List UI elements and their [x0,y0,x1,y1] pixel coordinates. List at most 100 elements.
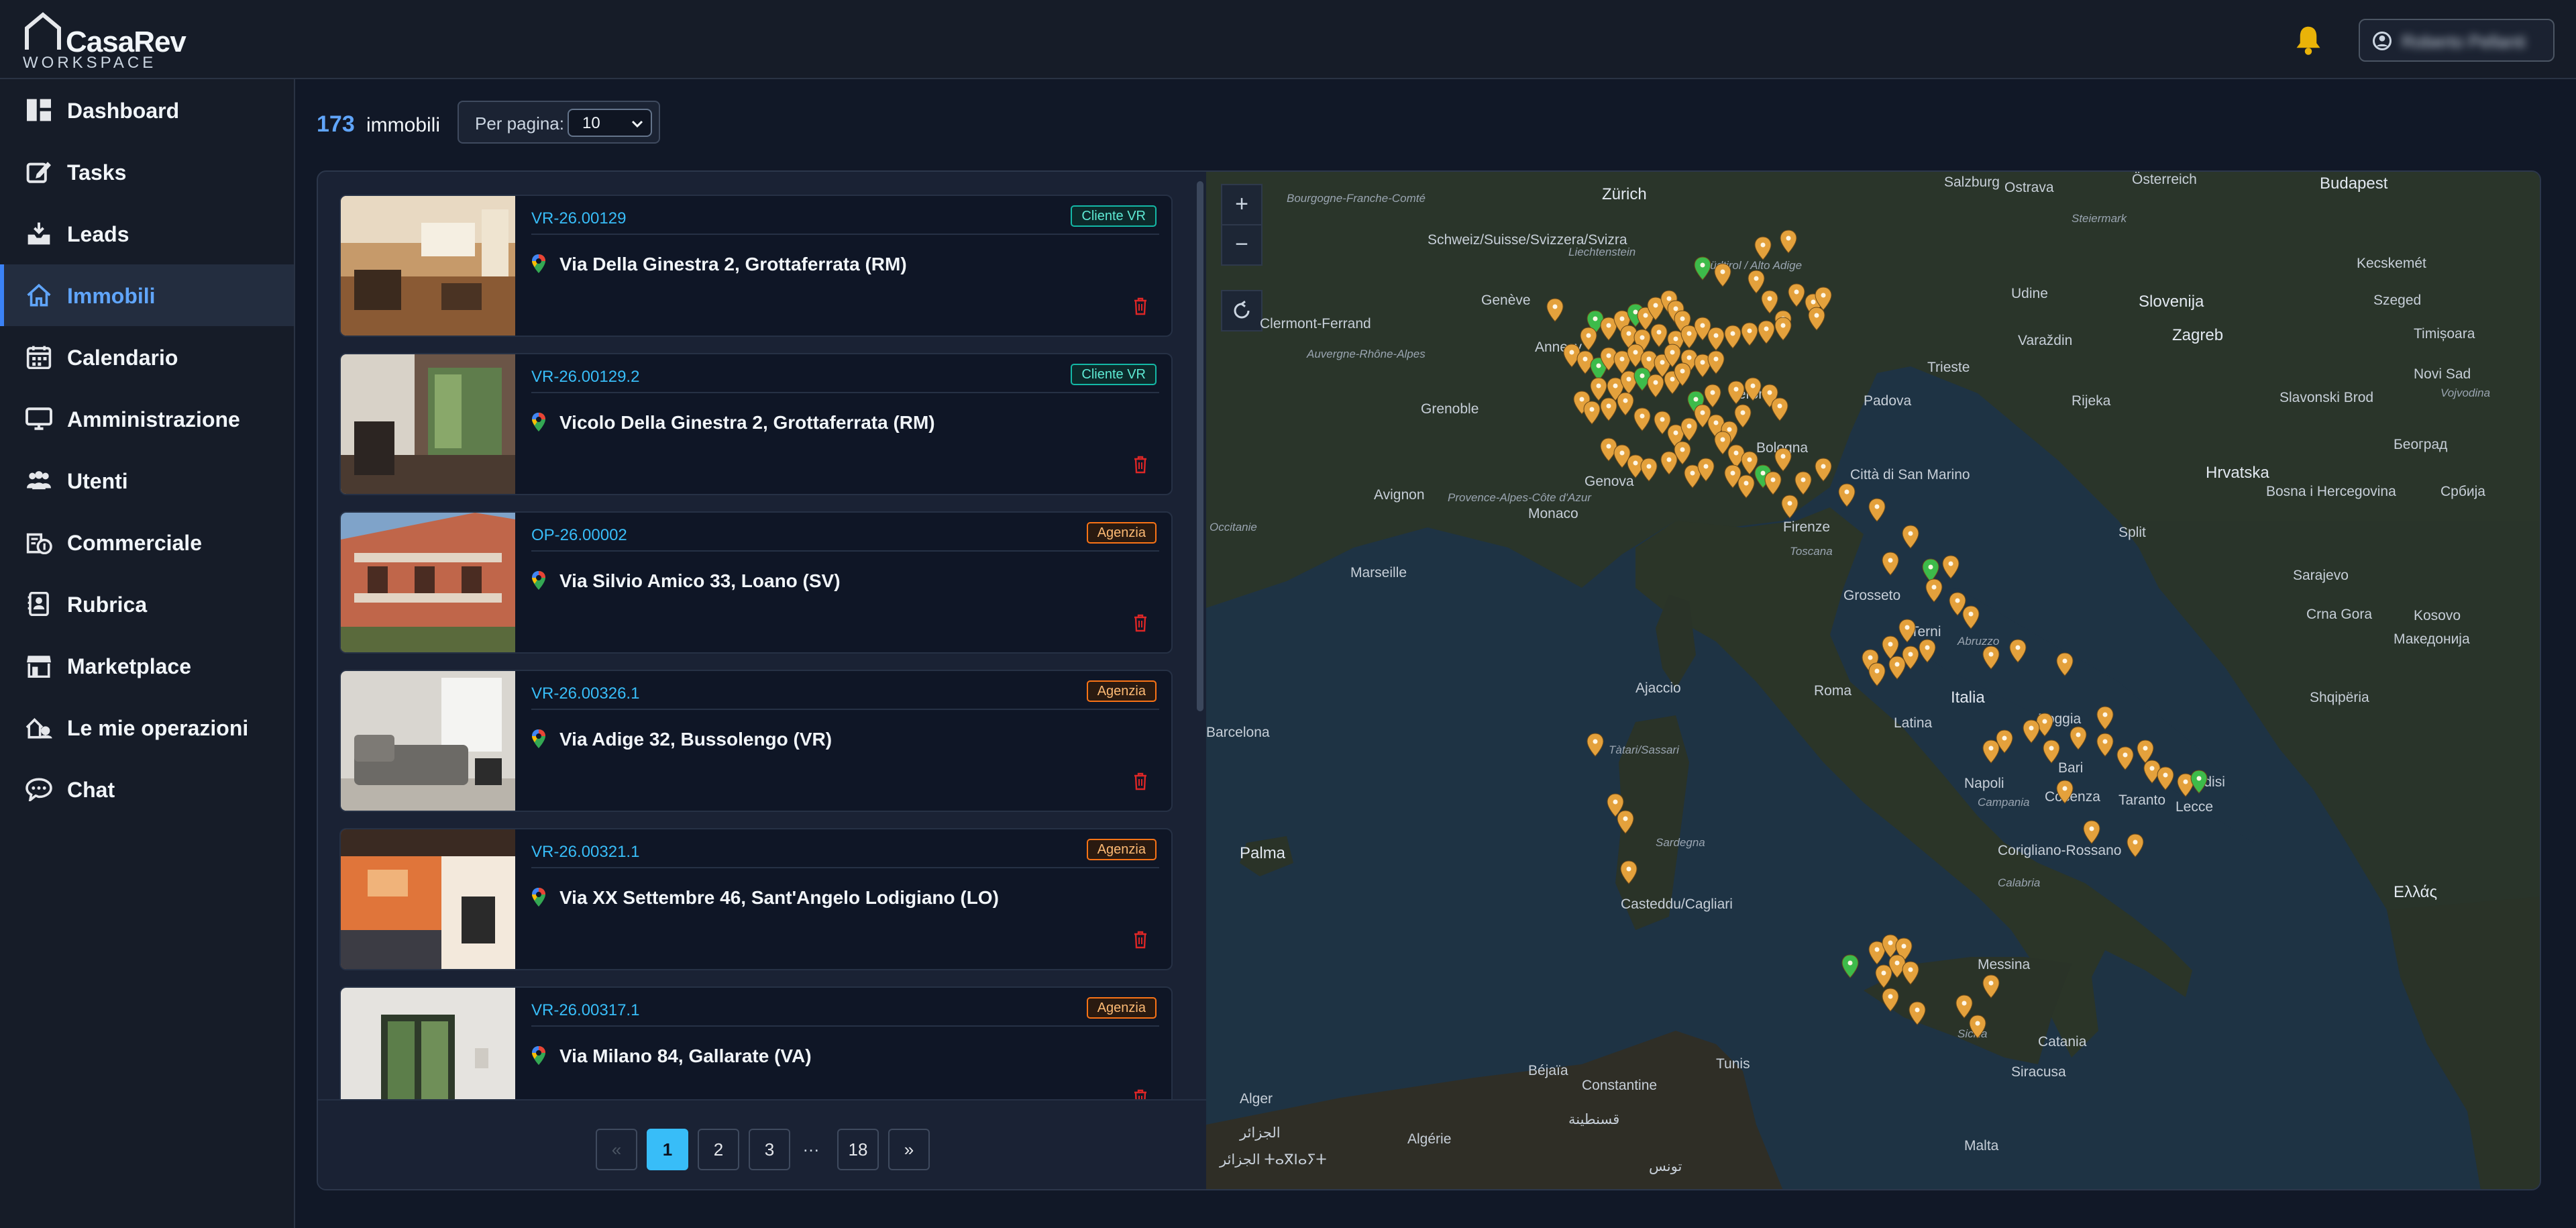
user-menu-button[interactable]: Roberto Pellanti [2359,19,2555,62]
map-marker-icon[interactable] [1909,1001,1926,1025]
trash-icon[interactable] [1132,1088,1148,1099]
sidebar-item-immobili[interactable]: Immobili [0,264,294,326]
map-marker-icon[interactable] [1882,988,1899,1012]
map-marker-icon[interactable] [2127,833,2144,858]
trash-icon[interactable] [1132,455,1148,474]
map-marker-icon[interactable] [1841,954,1859,978]
map-marker-icon[interactable] [1546,298,1564,322]
map-marker-icon[interactable] [1925,578,1943,603]
map-marker-icon[interactable] [1633,407,1651,431]
map-marker-icon[interactable] [1640,458,1658,482]
map-marker-icon[interactable] [2009,639,2027,663]
trash-icon[interactable] [1132,297,1148,315]
map-marker-icon[interactable] [1617,810,1634,834]
map-marker-icon[interactable] [2083,820,2100,844]
listing-list[interactable]: VR-26.00129 Cliente VR Via Della Ginestr… [318,172,1206,1099]
zoom-in-button[interactable]: + [1221,184,1263,225]
sidebar-item-tasks[interactable]: Tasks [0,141,294,203]
sidebar-item-chat[interactable]: Chat [0,758,294,820]
listing-code[interactable]: VR-26.00129.2 [531,368,639,387]
map-marker-icon[interactable] [1808,307,1825,331]
map-marker-icon[interactable] [1815,458,1832,482]
map-marker-icon[interactable] [2070,726,2087,750]
trash-icon[interactable] [1132,772,1148,790]
map-marker-icon[interactable] [1788,283,1805,307]
map-marker-icon[interactable] [1919,639,1936,663]
map-marker-icon[interactable] [2043,739,2060,764]
list-scrollbar[interactable] [1197,181,1203,711]
map-marker-icon[interactable] [1694,256,1711,280]
map-marker-icon[interactable] [2096,733,2114,757]
map-marker-icon[interactable] [1898,619,1916,643]
map-marker-icon[interactable] [1724,325,1741,349]
listing-code[interactable]: VR-26.00321.1 [531,843,639,862]
sidebar-item-commerciale[interactable]: Commerciale [0,511,294,573]
listing-code[interactable]: VR-26.00326.1 [531,684,639,703]
map-marker-icon[interactable] [1982,646,2000,670]
map-marker-icon[interactable] [2116,746,2134,770]
sidebar-item-le-mie-operazioni[interactable]: Le mie operazioni [0,697,294,758]
map-marker-icon[interactable] [1741,322,1758,346]
map-marker-icon[interactable] [1707,327,1725,351]
trash-icon[interactable] [1132,613,1148,632]
map-marker-icon[interactable] [1674,362,1691,387]
listing-card[interactable]: VR-26.00317.1 Agenzia Via Milano 84, Gal… [339,986,1173,1099]
map-marker-icon[interactable] [2056,780,2074,804]
map-marker-icon[interactable] [1580,327,1597,351]
map-marker-icon[interactable] [1942,555,1960,579]
map-marker-icon[interactable] [1982,974,2000,999]
sidebar-item-leads[interactable]: Leads [0,203,294,264]
map-marker-icon[interactable] [1774,448,1792,472]
listing-code[interactable]: OP-26.00002 [531,526,627,545]
map-marker-icon[interactable] [1982,739,2000,764]
map-marker-icon[interactable] [1774,317,1792,341]
sidebar-item-utenti[interactable]: Utenti [0,450,294,511]
reset-view-button[interactable] [1221,290,1263,331]
sidebar-item-amministrazione[interactable]: Amministrazione [0,388,294,450]
map-marker-icon[interactable] [1727,380,1745,405]
map-marker-icon[interactable] [1868,662,1886,686]
map-marker-icon[interactable] [1583,401,1601,425]
pagination-page-1[interactable]: 1 [647,1129,688,1170]
listing-card[interactable]: VR-26.00129 Cliente VR Via Della Ginestr… [339,195,1173,337]
map-marker-icon[interactable] [1758,320,1775,344]
map-marker-icon[interactable] [1620,860,1638,884]
map-marker-icon[interactable] [2096,706,2114,730]
sidebar-item-dashboard[interactable]: Dashboard [0,79,294,141]
property-map[interactable]: + − Zürich Salzburg Österreich Budapest Bour… [1206,172,2540,1189]
map-marker-icon[interactable] [2190,770,2208,794]
map-marker-icon[interactable] [1882,552,1899,576]
map-marker-icon[interactable] [1902,525,1919,549]
map-marker-icon[interactable] [1838,483,1856,507]
map-marker-icon[interactable] [1707,350,1725,374]
sidebar-item-marketplace[interactable]: Marketplace [0,635,294,697]
listing-code[interactable]: VR-26.00317.1 [531,1001,639,1020]
map-marker-icon[interactable] [1697,458,1715,482]
per-page-select[interactable]: 10 [568,109,652,137]
map-marker-icon[interactable] [1868,498,1886,522]
pagination-prev-button[interactable]: « [596,1129,637,1170]
map-marker-icon[interactable] [1794,471,1812,495]
map-marker-icon[interactable] [1734,404,1752,428]
map-marker-icon[interactable] [1780,229,1797,254]
map-marker-icon[interactable] [1617,392,1634,416]
listing-card[interactable]: OP-26.00002 Agenzia Via Silvio Amico 33,… [339,511,1173,654]
map-marker-icon[interactable] [1902,961,1919,985]
map-marker-icon[interactable] [1969,1015,1986,1039]
listing-card[interactable]: VR-26.00326.1 Agenzia Via Adige 32, Buss… [339,670,1173,812]
map-marker-icon[interactable] [1781,495,1799,519]
listing-card[interactable]: VR-26.00129.2 Cliente VR Vicolo Della Gi… [339,353,1173,495]
sidebar-item-rubrica[interactable]: Rubrica [0,573,294,635]
sidebar-item-calendario[interactable]: Calendario [0,326,294,388]
map-marker-icon[interactable] [1647,374,1664,398]
pagination-page-2[interactable]: 2 [698,1129,739,1170]
listing-code[interactable]: VR-26.00129 [531,209,626,228]
casarev-logo[interactable]: CasaRev WORKSPACE [23,12,186,72]
map-marker-icon[interactable] [1737,474,1755,499]
map-marker-icon[interactable] [1771,397,1788,421]
map-marker-icon[interactable] [1902,646,1919,670]
trash-icon[interactable] [1132,930,1148,949]
map-marker-icon[interactable] [1754,236,1772,260]
map-marker-icon[interactable] [1744,377,1762,401]
map-marker-icon[interactable] [1674,441,1691,465]
